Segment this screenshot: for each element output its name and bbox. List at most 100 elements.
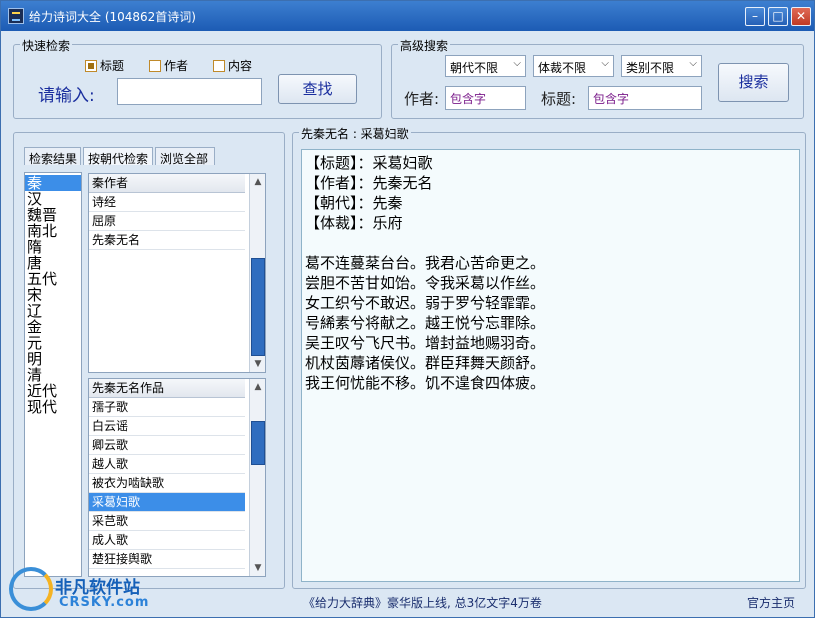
poem-spacer [305,233,796,253]
main-window: 给力诗词大全 (104862首诗词) – □ ✕ 快速检索 标题 作者 内容 请… [0,0,815,618]
poem-body: 葛不连蔓棻台台。我君心苦命更之。 尝胆不苦甘如饴。令我采葛以作丝。 女工织兮不敢迟。… [305,253,796,393]
keyword-input[interactable] [117,78,262,105]
scroll-up-icon[interactable]: ▲ [250,174,265,190]
search-button[interactable]: 搜索 [718,63,789,102]
dynasty-list-item[interactable]: 金 [25,319,81,335]
scroll-thumb[interactable] [251,258,265,356]
dynasty-list[interactable]: 秦汉魏晋 南北隋唐五代宋辽金元明清近代 现代 [24,172,82,577]
work-list-item[interactable]: 白云谣 [89,417,245,436]
scroll-down-icon[interactable]: ▼ [250,560,265,576]
watermark-en-text: CRSKY.com [59,595,150,610]
poem-meta-line: 【作者】：先秦无名 [305,174,433,192]
dynasty-list-item[interactable]: 南北 [25,223,81,239]
author-rows: 诗经 屈原 先秦无名 [89,193,265,250]
dynasty-list-item[interactable]: 元 [25,335,81,351]
maximize-button[interactable]: □ [768,7,788,26]
poem-meta-line: 【体裁】：乐府 [305,214,403,232]
work-list-item[interactable]: 成人歌 [89,531,245,550]
tab-search-results[interactable]: 检索结果 [24,147,81,166]
poem-line: 葛不连蔓棻台台。我君心苦命更之。 [305,254,546,272]
works-list[interactable]: 先秦无名作品 孺子歌 白云谣 卿云歌 越人歌 被衣为啮缺歌 采葛妇歌 采芑歌 成人歌 楚狂接舆歌… [88,378,266,577]
author-label: 作者: [404,90,440,108]
work-list-item[interactable]: 卿云歌 [89,436,245,455]
category-select-value: 类别不限 [626,61,675,75]
poem-line: 吴王叹兮飞尺书。增封益地赐羽奇。 [305,334,546,352]
dynasty-list-item[interactable]: 清 [25,367,81,383]
option-title-checkbox[interactable]: 标题 [85,57,124,74]
author-list-item[interactable]: 先秦无名 [89,231,245,250]
dynasty-list-item[interactable]: 五代 [25,271,81,287]
dynasty-list-item[interactable]: 秦 [25,175,81,191]
checkbox-icon[interactable] [149,60,161,72]
work-list-item[interactable]: 被衣为啮缺歌 [89,474,245,493]
works-scrollbar[interactable]: ▲ ▼ [249,379,265,576]
dynasty-list-item[interactable]: 现代 [25,399,81,415]
poem-line: 尝胆不苦甘如饴。令我采葛以作丝。 [305,274,546,292]
poem-meta-line: 【标题】：采葛妇歌 [305,154,433,172]
author-list-item[interactable]: 屈原 [89,212,245,231]
find-button[interactable]: 查找 [278,74,357,104]
homepage-link[interactable]: 官方主页 [747,594,795,611]
option-title-label: 标题 [100,59,125,73]
scroll-up-icon[interactable]: ▲ [250,379,265,395]
close-button[interactable]: ✕ [791,7,811,26]
author-scrollbar[interactable]: ▲ ▼ [249,174,265,372]
input-prompt-label: 请输入: [38,86,95,106]
promo-link[interactable]: 《给力大辞典》豪华版上线, 总3亿文字4万卷 [303,594,542,611]
dynasty-list-item[interactable]: 唐 [25,255,81,271]
checkbox-icon[interactable] [213,60,225,72]
work-list-item[interactable]: 越人歌 [89,455,245,474]
chevron-down-icon: ⌵ [513,58,521,69]
dynasty-select-value: 朝代不限 [450,61,499,75]
dynasty-list-item[interactable]: 汉 [25,191,81,207]
option-author-checkbox[interactable]: 作者 [149,57,188,74]
tab-browse-all[interactable]: 浏览全部 [155,147,215,166]
works-rows: 孺子歌 白云谣 卿云歌 越人歌 被衣为啮缺歌 采葛妇歌 采芑歌 成人歌 楚狂接舆歌 [89,398,265,569]
poem-meta: 【标题】：采葛妇歌 【作者】：先秦无名 【朝代】：先秦 【体裁】：乐府 [305,153,796,233]
minimize-button[interactable]: – [745,7,765,26]
poem-line: 我王何忧能不移。饥不遑食四体疲。 [305,374,546,392]
watermark-ring-icon [9,567,53,611]
genre-select-value: 体裁不限 [538,61,587,75]
poem-text-area[interactable]: 【标题】：采葛妇歌 【作者】：先秦无名 【朝代】：先秦 【体裁】：乐府 葛不连蔓棻台台… [301,149,800,582]
work-list-item[interactable]: 采芑歌 [89,512,245,531]
poem-line: 女工织兮不敢迟。弱于罗兮轻霏霏。 [305,294,546,312]
checkbox-checked-icon[interactable] [85,60,97,72]
title-filter-input[interactable]: 包含字 [588,86,702,110]
work-list-item[interactable]: 采葛妇歌 [89,493,245,512]
author-list[interactable]: 秦作者 诗经 屈原 先秦无名 ▲ ▼ [88,173,266,373]
dynasty-select[interactable]: 朝代不限 ⌵ [445,55,526,77]
option-author-label: 作者 [164,59,189,73]
dynasty-list-item[interactable]: 明 [25,351,81,367]
author-filter-input[interactable]: 包含字 [445,86,526,110]
option-content-checkbox[interactable]: 内容 [213,57,252,74]
works-list-header: 先秦无名作品 [89,379,245,398]
scroll-down-icon[interactable]: ▼ [250,356,265,372]
genre-select[interactable]: 体裁不限 ⌵ [533,55,614,77]
option-content-label: 内容 [228,59,253,73]
chevron-down-icon: ⌵ [689,58,697,69]
dynasty-list-item[interactable]: 魏晋 [25,207,81,223]
chevron-down-icon: ⌵ [601,58,609,69]
dynasty-list-item[interactable]: 辽 [25,303,81,319]
poem-line: 号絺素兮将献之。越王悦兮忘罪除。 [305,314,546,332]
tab-by-dynasty[interactable]: 按朝代检索 [83,147,153,166]
author-list-item[interactable]: 诗经 [89,193,245,212]
poem-panel-title: 先秦无名 : 采葛妇歌 [299,125,411,142]
window-title: 给力诗词大全 (104862首诗词) [29,10,196,24]
site-watermark-logo: 非凡软件站 CRSKY.com [9,563,159,613]
dynasty-list-item[interactable]: 宋 [25,287,81,303]
quick-search-legend: 快速检索 [20,37,73,54]
title-bar[interactable]: 给力诗词大全 (104862首诗词) – □ ✕ [1,1,814,31]
dynasty-list-item[interactable]: 隋 [25,239,81,255]
poem-meta-line: 【朝代】：先秦 [305,194,403,212]
work-list-item[interactable]: 孺子歌 [89,398,245,417]
poem-line: 机杖茵蓐诸侯仪。群臣拜舞天颜舒。 [305,354,546,372]
dynasty-list-item[interactable]: 近代 [25,383,81,399]
category-select[interactable]: 类别不限 ⌵ [621,55,702,77]
scroll-thumb[interactable] [251,421,265,465]
title-label: 标题: [541,90,577,108]
app-icon [8,8,24,24]
advanced-search-legend: 高级搜索 [398,37,451,54]
author-list-header: 秦作者 [89,174,245,193]
